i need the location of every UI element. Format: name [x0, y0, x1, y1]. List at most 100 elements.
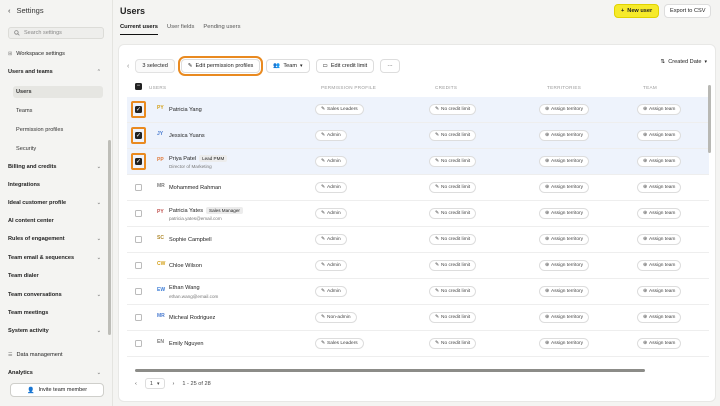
table-row[interactable]: EN Emily Nguyen ✎ Sales Leaders ✎ No credit l…: [127, 331, 709, 357]
user-name[interactable]: Chloe Wilson: [169, 263, 202, 269]
assign-team-pill[interactable]: ⊕ Assign team: [637, 312, 682, 323]
assign-team-pill[interactable]: ⊕ Assign team: [637, 286, 682, 297]
credit-limit-pill[interactable]: ✎ No credit limit: [429, 260, 477, 271]
sidebar-item-permission-profiles[interactable]: Permission profiles: [16, 124, 104, 136]
permission-profile-pill[interactable]: ✎ Admin: [315, 234, 347, 245]
assign-territory-pill[interactable]: ⊕ Assign territory: [539, 208, 590, 219]
table-row[interactable]: PY Patricia Yates Sales Manager patricia.ya…: [127, 201, 709, 227]
assign-team-pill[interactable]: ⊕ Assign team: [637, 234, 682, 245]
user-name[interactable]: Micheal Rodriguez: [169, 315, 215, 321]
credit-limit-pill[interactable]: ✎ No credit limit: [429, 130, 477, 141]
column-header[interactable]: PERMISSION PROFILE: [321, 85, 376, 90]
assign-team-pill[interactable]: ⊕ Assign team: [637, 260, 682, 271]
sidebar-item-team-conversations[interactable]: Team conversations ⌄: [8, 289, 105, 301]
table-row[interactable]: SC Sophie Campbell ✎ Admin ✎ No credit limit ⊕…: [127, 227, 709, 253]
permission-profile-pill[interactable]: ✎ Sales Leaders: [315, 338, 364, 349]
user-name-cell[interactable]: Patricia Yang: [169, 107, 202, 113]
row-checkbox[interactable]: [135, 210, 142, 217]
export-csv-button[interactable]: Export to CSV: [664, 4, 712, 18]
sidebar-item-rules-of-engagement[interactable]: Rules of engagement ⌄: [8, 233, 105, 245]
permission-profile-pill[interactable]: ✎ Admin: [315, 182, 347, 193]
assign-territory-pill[interactable]: ⊕ Assign territory: [539, 286, 590, 297]
row-checkbox[interactable]: [135, 314, 142, 321]
column-header[interactable]: TEAM: [643, 85, 657, 90]
credit-limit-pill[interactable]: ✎ No credit limit: [429, 156, 477, 167]
column-header[interactable]: CREDITS: [435, 85, 457, 90]
permission-profile-pill[interactable]: ✎ Non-admin: [315, 312, 357, 323]
column-header[interactable]: TERRITORIES: [547, 85, 581, 90]
sidebar-item-workspace-settings[interactable]: ⊞ Workspace settings: [8, 48, 105, 60]
credit-limit-pill[interactable]: ✎ No credit limit: [429, 104, 477, 115]
permission-profile-pill[interactable]: ✎ Admin: [315, 260, 347, 271]
user-name-cell[interactable]: Mohammed Rahman: [169, 185, 221, 191]
permission-profile-pill[interactable]: ✎ Sales Leaders: [315, 104, 364, 115]
row-checkbox[interactable]: [135, 236, 142, 243]
next-page-button[interactable]: ›: [173, 381, 175, 387]
user-name[interactable]: Ethan Wang: [169, 285, 200, 291]
sidebar-item-users-and-teams[interactable]: Users and teams ⌃: [8, 66, 105, 78]
sidebar-item-integrations[interactable]: Integrations: [8, 179, 105, 191]
sidebar-item-users[interactable]: Users: [13, 86, 103, 98]
user-name-cell[interactable]: Micheal Rodriguez: [169, 315, 215, 321]
assign-territory-pill[interactable]: ⊕ Assign territory: [539, 182, 590, 193]
row-checkbox[interactable]: [135, 340, 142, 347]
edit-permission-profiles-button[interactable]: ✎ Edit permission profiles: [177, 56, 264, 76]
permission-profile-pill[interactable]: ✎ Admin: [315, 130, 347, 141]
credit-limit-pill[interactable]: ✎ No credit limit: [429, 234, 477, 245]
user-name[interactable]: Patricia Yang: [169, 107, 202, 113]
assign-team-pill[interactable]: ⊕ Assign team: [637, 208, 682, 219]
user-name-cell[interactable]: Ethan Wang: [169, 285, 200, 291]
table-row[interactable]: EW Ethan Wang ethan.wang@email.com ✎ Admin ✎ N…: [127, 279, 709, 305]
credit-limit-pill[interactable]: ✎ No credit limit: [429, 338, 477, 349]
team-dropdown-button[interactable]: 👥 Team ▾: [266, 59, 310, 73]
assign-territory-pill[interactable]: ⊕ Assign territory: [539, 104, 590, 115]
more-actions-button[interactable]: ···: [380, 59, 400, 73]
credit-limit-pill[interactable]: ✎ No credit limit: [429, 312, 477, 323]
row-checkbox[interactable]: [135, 288, 142, 295]
assign-territory-pill[interactable]: ⊕ Assign territory: [539, 312, 590, 323]
table-row[interactable]: ✓ PY Patricia Yang ✎ Sales Leaders ✎ No credit…: [127, 97, 709, 123]
table-row[interactable]: ✓ JY Jessica Yuans ✎ Admin ✎ No credit limit ⊕ A…: [127, 123, 709, 149]
permission-profile-pill[interactable]: ✎ Admin: [315, 208, 347, 219]
tab-current-users[interactable]: Current users: [120, 24, 159, 35]
user-name-cell[interactable]: Chloe Wilson: [169, 263, 202, 269]
sidebar-item-teams[interactable]: Teams: [16, 105, 104, 117]
user-name[interactable]: Priya Patel: [169, 156, 196, 162]
table-row[interactable]: MR Mohammed Rahman ✎ Admin ✎ No credit limit ⊕…: [127, 175, 709, 201]
user-name[interactable]: Emily Nguyen: [169, 341, 204, 347]
assign-team-pill[interactable]: ⊕ Assign team: [637, 104, 682, 115]
table-row[interactable]: CW Chloe Wilson ✎ Admin ✎ No credit limit ⊕ Ass…: [127, 253, 709, 279]
user-name-cell[interactable]: Sophie Campbell: [169, 237, 212, 243]
row-checkbox[interactable]: [135, 262, 142, 269]
page-select[interactable]: 1 ▾: [144, 378, 165, 389]
user-name-cell[interactable]: Jessica Yuans: [169, 133, 205, 139]
user-name-cell[interactable]: Patricia Yates Sales Manager: [169, 207, 243, 214]
tab-user-fields[interactable]: User fields: [167, 24, 194, 35]
sidebar-scrollbar[interactable]: [108, 140, 111, 335]
row-checkbox[interactable]: ✓: [135, 132, 142, 139]
new-user-button[interactable]: + New user: [614, 4, 660, 18]
row-checkbox[interactable]: ✓: [135, 158, 142, 165]
column-header[interactable]: USERS: [149, 85, 166, 90]
user-name[interactable]: Mohammed Rahman: [169, 185, 221, 191]
select-all-checkbox[interactable]: −: [135, 83, 142, 90]
permission-profile-pill[interactable]: ✎ Admin: [315, 286, 347, 297]
assign-territory-pill[interactable]: ⊕ Assign territory: [539, 260, 590, 271]
table-vertical-scrollbar[interactable]: [708, 85, 711, 153]
back-icon[interactable]: ‹: [8, 6, 11, 15]
assign-team-pill[interactable]: ⊕ Assign team: [637, 182, 682, 193]
user-name[interactable]: Sophie Campbell: [169, 237, 212, 243]
permission-profile-pill[interactable]: ✎ Admin: [315, 156, 347, 167]
credit-limit-pill[interactable]: ✎ No credit limit: [429, 208, 477, 219]
collapse-icon[interactable]: ‹: [127, 63, 129, 70]
assign-team-pill[interactable]: ⊕ Assign team: [637, 130, 682, 141]
sidebar-item-team-dialer[interactable]: Team dialer: [8, 270, 105, 282]
assign-team-pill[interactable]: ⊕ Assign team: [637, 338, 682, 349]
table-row[interactable]: ✓ PP Priya Patel Lead PMM Director of Market…: [127, 149, 709, 175]
sidebar-item-billing[interactable]: Billing and credits ⌄: [8, 161, 105, 173]
user-name[interactable]: Patricia Yates: [169, 208, 203, 214]
sidebar-item-team-email[interactable]: Team email & sequences ⌄: [8, 252, 105, 264]
assign-territory-pill[interactable]: ⊕ Assign territory: [539, 234, 590, 245]
user-name[interactable]: Jessica Yuans: [169, 133, 205, 139]
sidebar-item-analytics[interactable]: Analytics ⌄: [8, 367, 105, 379]
